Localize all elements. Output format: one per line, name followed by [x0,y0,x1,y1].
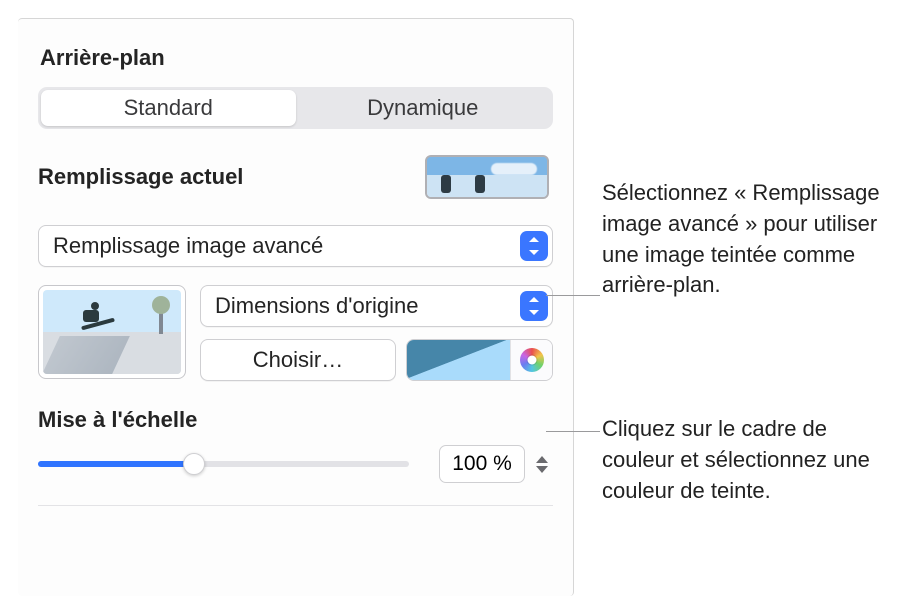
choose-image-button[interactable]: Choisir… [200,339,396,381]
color-wheel-icon [520,348,544,372]
tint-color-swatch[interactable] [407,340,510,380]
scale-slider[interactable] [38,452,409,476]
section-title-background: Arrière-plan [40,45,553,71]
callout-leader [546,431,600,432]
fill-type-value: Remplissage image avancé [53,233,323,259]
stepper-down-icon[interactable] [536,466,548,473]
background-panel: Arrière-plan Standard Dynamique Rempliss… [18,18,574,596]
chevron-updown-icon [520,231,548,261]
callout-leader [546,295,600,296]
callout-fill-type: Sélectionnez « Remplissage image avancé … [602,178,900,301]
current-fill-preview[interactable] [425,155,549,199]
slider-thumb[interactable] [183,453,205,475]
fill-type-popup[interactable]: Remplissage image avancé [38,225,553,267]
tab-standard[interactable]: Standard [41,90,296,126]
image-scale-value: Dimensions d'origine [215,293,419,319]
divider [38,505,553,506]
scale-stepper[interactable] [439,445,553,483]
callout-tint-color: Cliquez sur le cadre de couleur et sélec… [602,414,900,506]
scale-field[interactable] [439,445,525,483]
image-well[interactable] [38,285,186,379]
scale-section-label: Mise à l'échelle [38,407,553,433]
current-fill-label: Remplissage actuel [38,164,243,190]
background-mode-segmented[interactable]: Standard Dynamique [38,87,553,129]
stepper-up-icon[interactable] [536,456,548,463]
tab-dynamic[interactable]: Dynamique [296,90,551,126]
color-picker-button[interactable] [510,340,552,380]
tint-color-well[interactable] [406,339,553,381]
image-scale-popup[interactable]: Dimensions d'origine [200,285,553,327]
chevron-updown-icon [520,291,548,321]
